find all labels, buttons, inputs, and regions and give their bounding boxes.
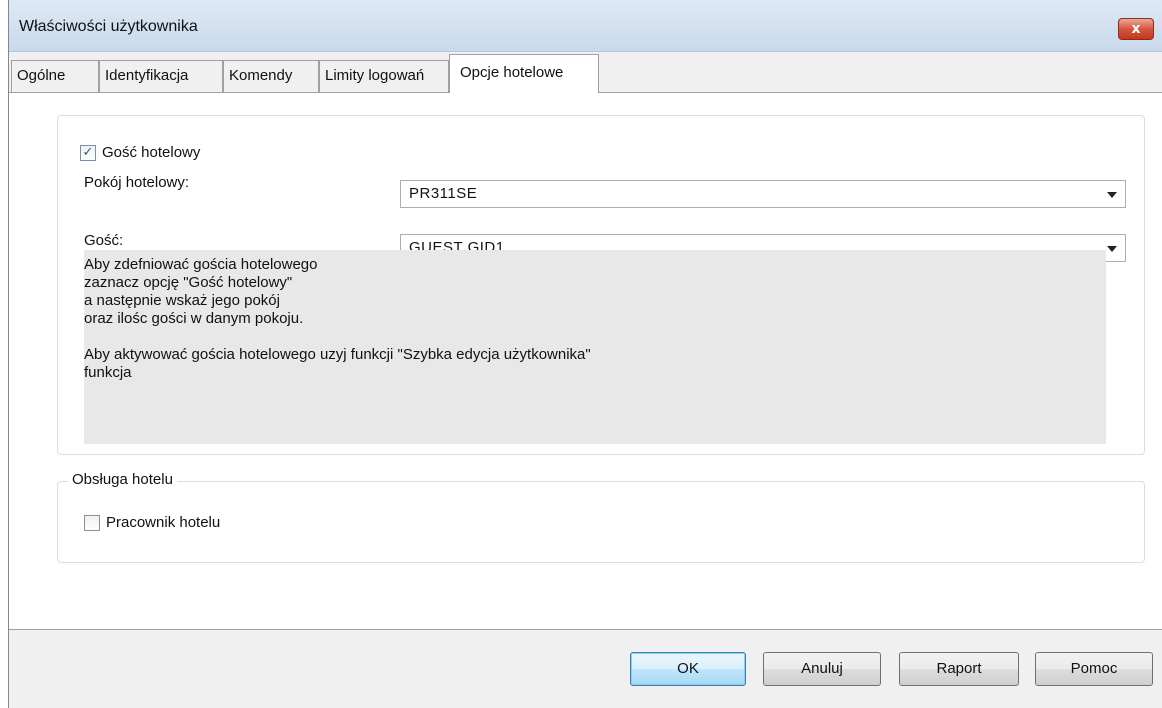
title-bar: Właściwości użytkownika x xyxy=(9,0,1162,52)
tab-identification[interactable]: Identyfikacja xyxy=(99,60,223,92)
close-icon: x xyxy=(1131,21,1141,37)
hotel-guest-group: ✓ Gość hotelowy Pokój hotelowy: PR311SE … xyxy=(57,115,1145,455)
hotel-service-legend: Obsługa hotelu xyxy=(68,471,177,488)
hotel-service-group: Obsługa hotelu Pracownik hotelu xyxy=(57,471,1145,563)
guest-label: Gość: xyxy=(84,232,124,249)
tab-hotel-options[interactable]: Opcje hotelowe xyxy=(449,54,599,93)
room-label: Pokój hotelowy: xyxy=(84,174,190,191)
window-title: Właściwości użytkownika xyxy=(19,18,198,35)
hotel-guest-label: Gość hotelowy xyxy=(102,144,201,161)
hotel-guest-checkbox[interactable]: ✓ xyxy=(80,144,96,161)
tab-commands[interactable]: Komendy xyxy=(223,60,319,92)
info-line: funkcja xyxy=(84,364,132,381)
help-button[interactable]: Pomoc xyxy=(1035,652,1153,686)
chevron-down-icon xyxy=(1107,246,1117,252)
room-select-value: PR311SE xyxy=(409,185,478,202)
info-line: zaznacz opcję "Gość hotelowy" xyxy=(84,274,293,291)
hotel-staff-label: Pracownik hotelu xyxy=(106,514,221,531)
info-line: a następnie wskaż jego pokój xyxy=(84,292,280,309)
cancel-button[interactable]: Anuluj xyxy=(763,652,881,686)
hotel-guest-checkbox-row[interactable]: ✓ Gość hotelowy xyxy=(80,144,200,161)
hotel-staff-checkbox-row[interactable]: Pracownik hotelu xyxy=(84,514,220,531)
info-line: oraz ilośc gości w danym pokoju. xyxy=(84,310,304,327)
hotel-options-panel: ✓ Gość hotelowy Pokój hotelowy: PR311SE … xyxy=(9,92,1162,630)
hotel-staff-checkbox[interactable] xyxy=(84,514,100,531)
close-button[interactable]: x xyxy=(1118,18,1154,40)
user-properties-dialog: Właściwości użytkownika x Ogólne Identyf… xyxy=(8,0,1162,708)
tab-login-limits[interactable]: Limity logowań xyxy=(319,60,449,92)
info-line: Aby aktywować gościa hotelowego uzyj fun… xyxy=(84,346,591,363)
room-select[interactable]: PR311SE xyxy=(400,180,1126,208)
info-box: Aby zdefniować gościa hotelowego zaznacz… xyxy=(84,250,1106,444)
report-button[interactable]: Raport xyxy=(899,652,1019,686)
tab-general[interactable]: Ogólne xyxy=(11,60,99,92)
ok-button[interactable]: OK xyxy=(630,652,746,686)
info-line: Aby zdefniować gościa hotelowego xyxy=(84,256,318,273)
checkmark-icon: ✓ xyxy=(82,144,94,160)
chevron-down-icon xyxy=(1107,192,1117,198)
